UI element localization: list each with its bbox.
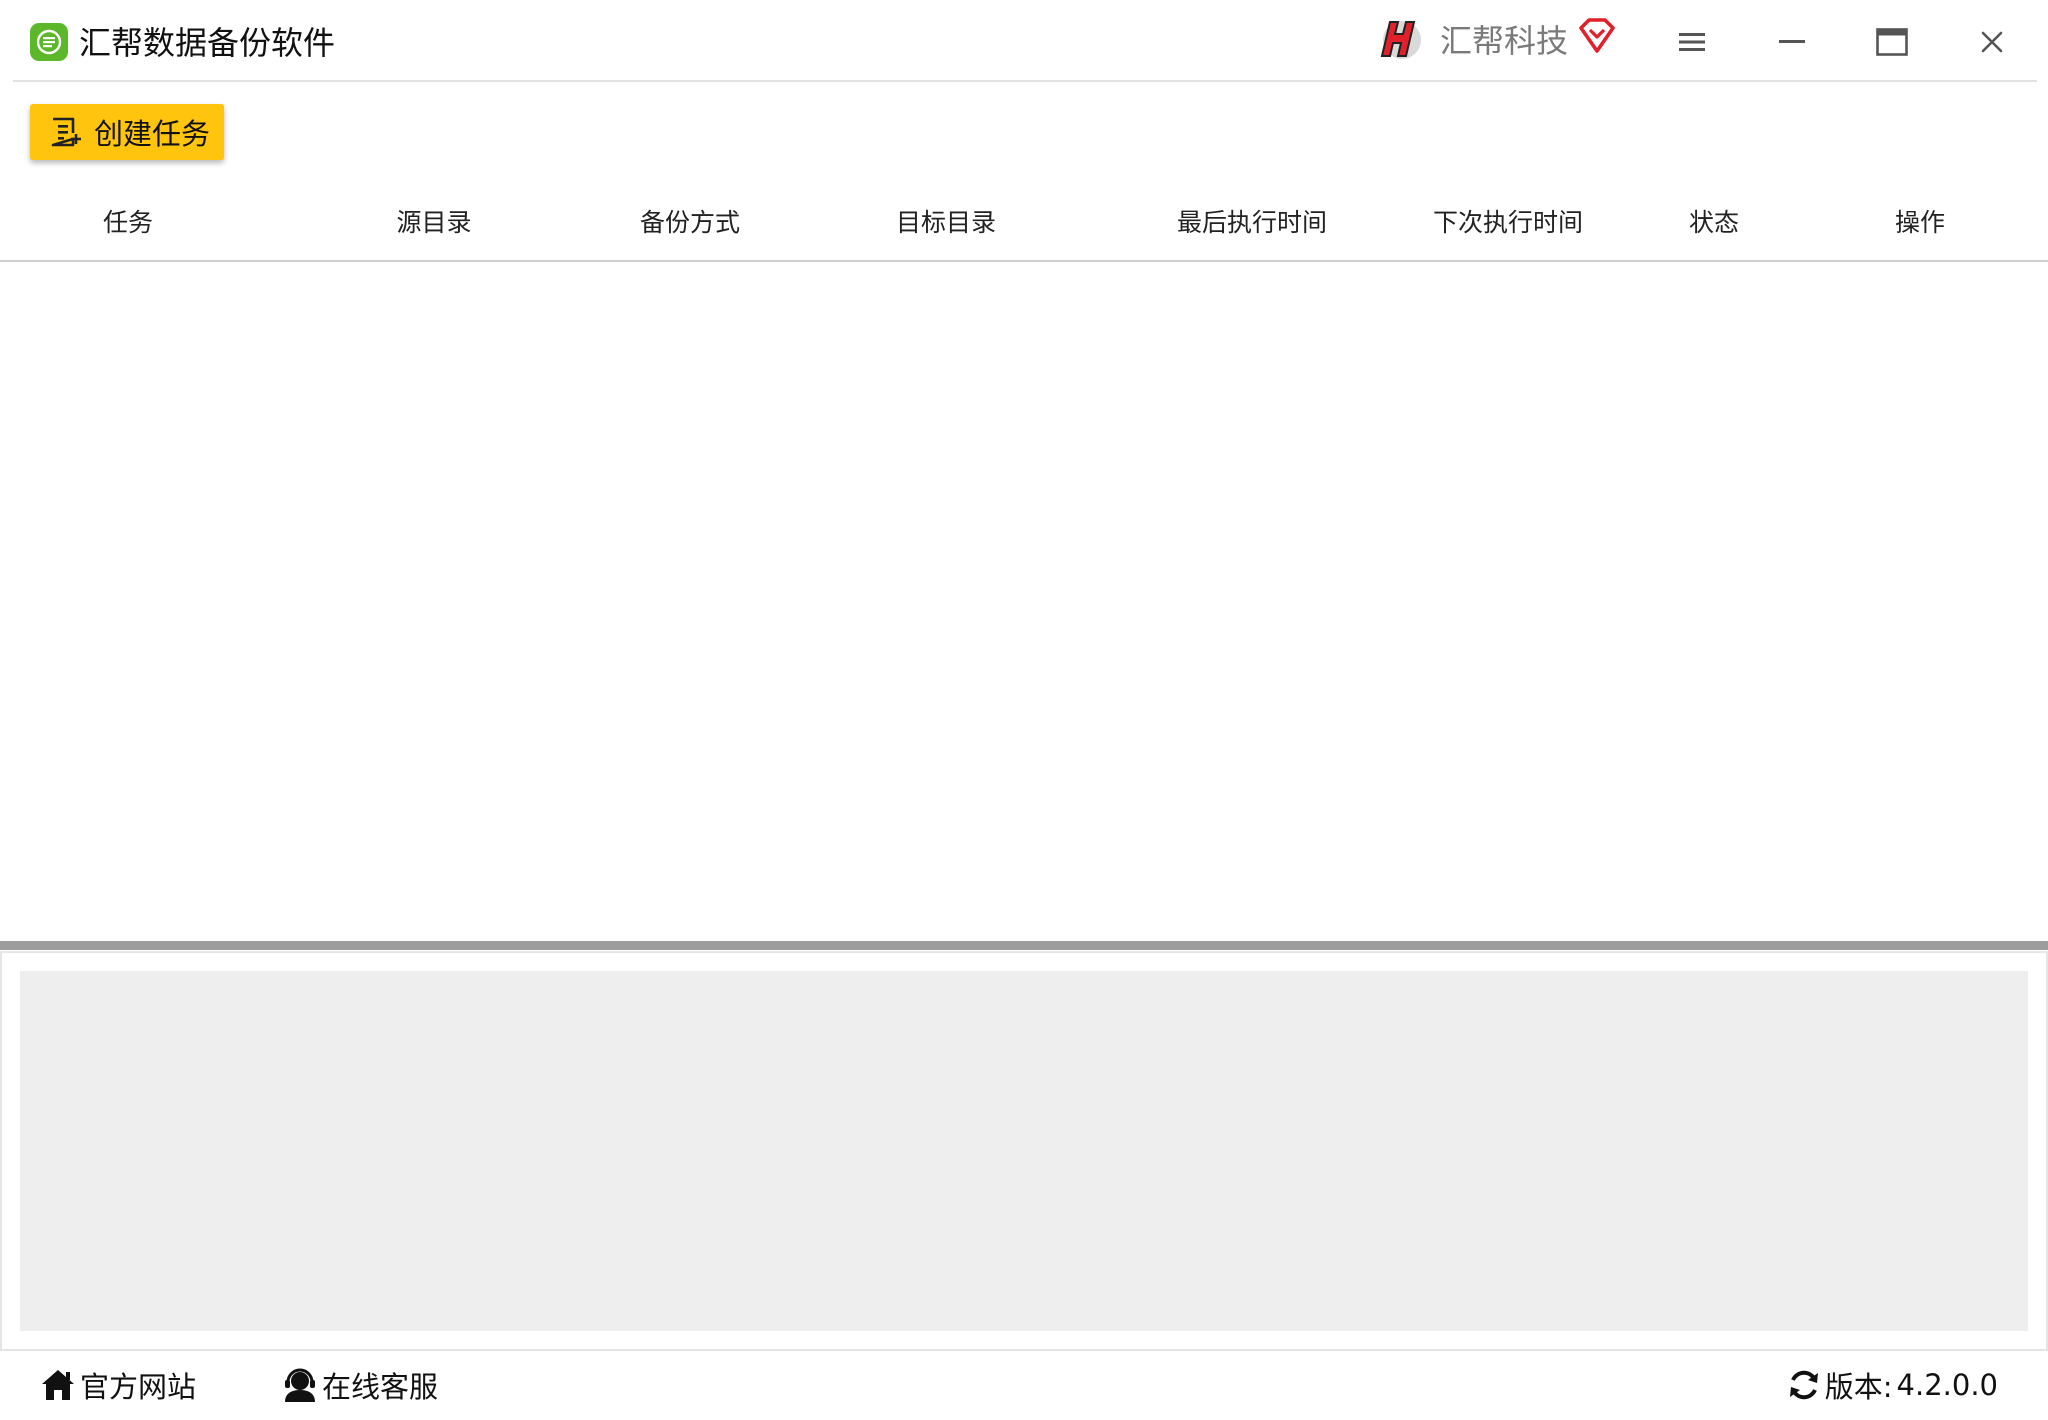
version-value: 4.2.0.0 [1896,1368,1998,1402]
column-header-target-dir[interactable]: 目标目录 [896,196,996,250]
title-bar-divider [13,80,2037,82]
vip-diamond-icon[interactable] [1578,18,1616,54]
title-bar: 汇帮数据备份软件 汇帮科技 [0,0,2048,82]
home-icon [40,1367,76,1403]
brand-name: 汇帮科技 [1440,22,1569,60]
maximize-button[interactable] [1863,16,1921,68]
column-header-actions[interactable]: 操作 [1895,196,1945,250]
task-table-header: 任务 源目录 备份方式 目标目录 最后执行时间 下次执行时间 状态 操作 [0,196,2048,262]
minimize-icon [1779,40,1805,43]
task-list-add-icon [48,115,82,149]
minimize-button[interactable] [1763,16,1821,68]
app-logo-icon [29,22,69,62]
close-icon [1981,31,2003,53]
pane-splitter[interactable] [0,941,2048,950]
column-header-task[interactable]: 任务 [103,196,153,250]
log-area[interactable] [20,971,2028,1331]
online-support-label: 在线客服 [322,1370,439,1404]
app-window: 汇帮数据备份软件 汇帮科技 创建任务 任务 源目录 备份方式 目标目录 最后执行… [0,0,2048,1420]
customer-service-icon [282,1367,318,1403]
column-header-source-dir[interactable]: 源目录 [396,196,471,250]
official-site-label: 官方网站 [80,1370,197,1404]
menu-button[interactable] [1663,16,1721,68]
status-bar: 官方网站 在线客服 版本: 4.2.0.0 [0,1352,2048,1420]
refresh-icon[interactable] [1787,1368,1821,1402]
column-header-next-run[interactable]: 下次执行时间 [1433,196,1583,250]
column-header-status[interactable]: 状态 [1689,196,1739,250]
app-title: 汇帮数据备份软件 [79,24,336,62]
create-task-button[interactable]: 创建任务 [30,104,224,160]
close-button[interactable] [1963,16,2021,68]
create-task-label: 创建任务 [94,117,211,151]
version-info: 版本: 4.2.0.0 [1787,1360,1998,1410]
column-header-backup-mode[interactable]: 备份方式 [640,196,740,250]
brand-logo-icon [1376,14,1424,64]
maximize-icon [1876,28,1908,56]
column-header-last-run[interactable]: 最后执行时间 [1177,196,1327,250]
version-label: 版本: [1824,1370,1893,1404]
hamburger-menu-icon [1679,33,1705,51]
online-support-link[interactable]: 在线客服 [282,1360,438,1410]
official-site-link[interactable]: 官方网站 [40,1360,196,1410]
task-table-body[interactable] [0,262,2048,942]
